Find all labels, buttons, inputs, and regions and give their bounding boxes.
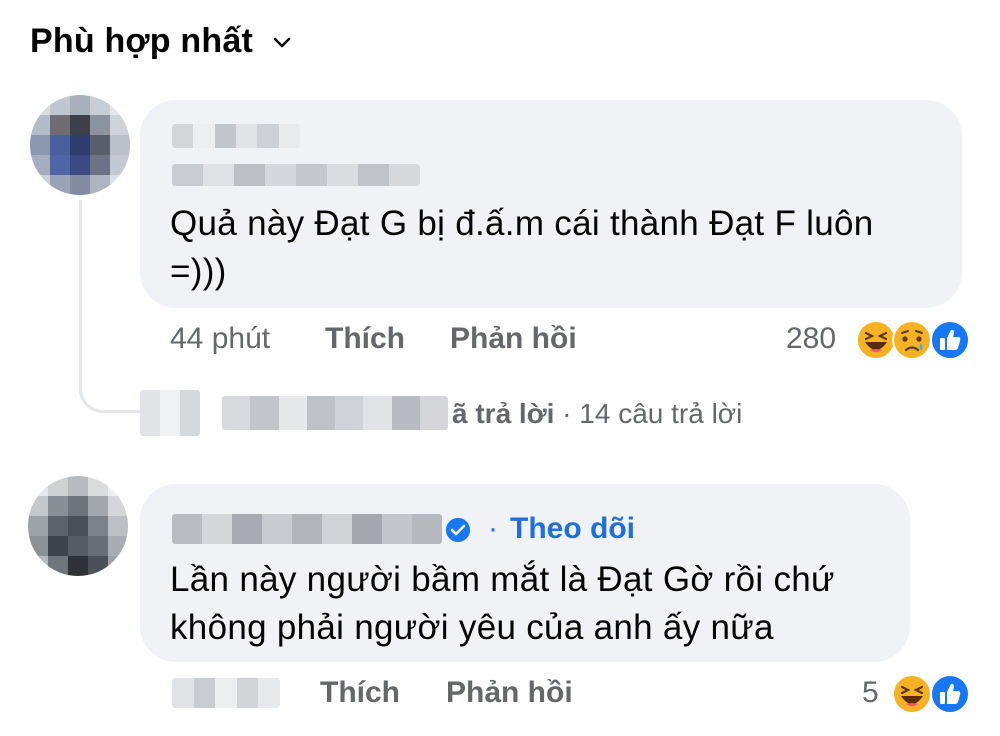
reaction-count[interactable]: 5 bbox=[862, 676, 879, 710]
reaction-count[interactable]: 280 bbox=[786, 322, 836, 356]
reply-button[interactable]: Phản hồi bbox=[450, 322, 577, 356]
reply-count: 14 câu trả lời bbox=[579, 398, 743, 429]
replied-suffix: ã trả lời bbox=[452, 398, 555, 429]
reply-button[interactable]: Phản hồi bbox=[446, 676, 573, 710]
sort-dropdown[interactable]: Phù hợp nhất bbox=[30, 22, 293, 61]
avatar[interactable] bbox=[30, 95, 130, 195]
like-button[interactable]: Thích bbox=[325, 322, 405, 356]
thread-connector bbox=[79, 200, 82, 360]
haha-icon bbox=[856, 320, 896, 360]
haha-icon bbox=[892, 674, 932, 714]
replies-summary[interactable]: ã trả lời · 14 câu trả lời bbox=[452, 398, 742, 430]
avatar[interactable] bbox=[28, 476, 128, 576]
like-icon bbox=[930, 320, 970, 360]
like-button[interactable]: Thích bbox=[320, 676, 400, 710]
verified-badge-icon bbox=[446, 518, 470, 542]
separator-dot: · bbox=[488, 512, 498, 545]
replier-name-blurred[interactable] bbox=[222, 396, 448, 430]
author-subtitle-blurred bbox=[172, 164, 420, 186]
comment-text: Quả này Đạt G bị đ.ấ.m cái thành Đạt F l… bbox=[170, 204, 874, 291]
separator-dot: · bbox=[562, 398, 572, 429]
reply-avatar-blurred bbox=[140, 390, 200, 436]
like-icon bbox=[930, 674, 970, 714]
comment-timestamp[interactable]: 44 phút bbox=[170, 322, 270, 356]
author-name-blurred[interactable] bbox=[172, 124, 300, 148]
comment-text: Lần này người bầm mắt là Đạt Gờ rồi chứ … bbox=[170, 560, 835, 647]
follow-button[interactable]: Theo dõi bbox=[510, 512, 635, 546]
author-name-blurred[interactable] bbox=[172, 514, 442, 544]
sad-icon bbox=[892, 320, 932, 360]
thread-connector-curve bbox=[79, 360, 142, 413]
chevron-down-icon bbox=[273, 37, 291, 47]
sort-label: Phù hợp nhất bbox=[30, 22, 253, 60]
comment-timestamp-blurred[interactable] bbox=[172, 678, 280, 708]
